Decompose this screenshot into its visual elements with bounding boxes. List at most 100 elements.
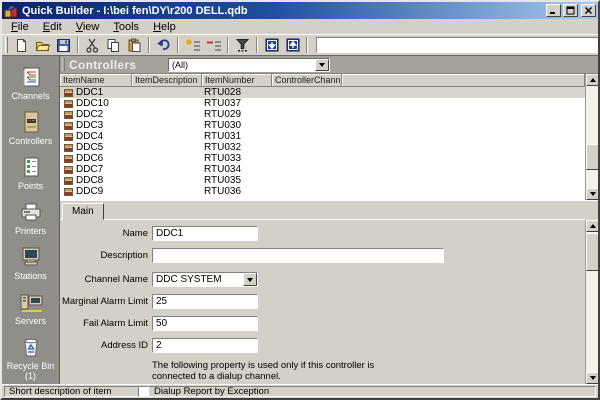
- toolbar-combobox[interactable]: [316, 37, 600, 53]
- cut-button[interactable]: [82, 36, 103, 54]
- fail-alarm-limit-label: Fail Alarm Limit: [60, 316, 148, 331]
- channel-name-label: Channel Name: [60, 272, 148, 287]
- address-id-field[interactable]: [152, 338, 258, 353]
- item-number: RTU031: [202, 131, 272, 142]
- dialup-report-checkbox[interactable]: [138, 386, 149, 397]
- points-icon: [18, 156, 44, 178]
- close-button[interactable]: [581, 4, 596, 17]
- controller-item-icon: [64, 177, 73, 185]
- table-row[interactable]: DDC1 RTU028: [60, 87, 585, 98]
- filter-dropdown-button[interactable]: [315, 59, 329, 71]
- servers-icon: [18, 291, 44, 313]
- table-row[interactable]: DDC4 RTU031: [60, 131, 585, 142]
- item-filter-combobox[interactable]: (All): [168, 58, 330, 72]
- paste-button[interactable]: [124, 36, 145, 54]
- quick-builder-window: Quick Builder - I:\bei fen\DY\r200 DELL.…: [0, 0, 600, 400]
- maximize-button[interactable]: [563, 4, 578, 17]
- arrow-up-icon: [590, 78, 596, 82]
- panel-grip: [62, 58, 65, 71]
- arrow-up-icon: [590, 224, 596, 228]
- sidebar-item-printers[interactable]: Printers: [2, 201, 59, 246]
- table-row[interactable]: DDC3 RTU030: [60, 120, 585, 131]
- main-panel: Controllers (All) ItemName ItemDescripti…: [60, 55, 598, 384]
- panel-header: Controllers (All): [60, 56, 598, 73]
- sidebar-item-stations[interactable]: Stations: [2, 246, 59, 291]
- item-name: DDC5: [76, 142, 103, 153]
- window-title: Quick Builder - I:\bei fen\DY\r200 DELL.…: [20, 5, 544, 17]
- table-scrollbar[interactable]: [585, 74, 598, 200]
- download-button[interactable]: [261, 36, 282, 54]
- column-header-itemnumber[interactable]: ItemNumber: [202, 74, 272, 87]
- arrow-down-icon: [590, 192, 596, 196]
- chevron-down-icon: [247, 278, 253, 282]
- upload-button[interactable]: [282, 36, 303, 54]
- table-row[interactable]: DDC7 RTU034: [60, 164, 585, 175]
- table-row[interactable]: DDC5 RTU032: [60, 142, 585, 153]
- sidebar: Channels Controllers Points: [2, 55, 60, 384]
- column-header-itemname[interactable]: ItemName: [60, 74, 132, 87]
- save-button[interactable]: [53, 36, 74, 54]
- column-header-itemdescription[interactable]: ItemDescription: [132, 74, 202, 87]
- menu-file[interactable]: File: [4, 21, 36, 33]
- form-scrollbar[interactable]: [585, 220, 598, 384]
- sidebar-item-points[interactable]: Points: [2, 156, 59, 201]
- new-button[interactable]: [11, 36, 32, 54]
- sidebar-item-count: (1): [25, 371, 36, 381]
- item-number: RTU035: [202, 175, 272, 186]
- sidebar-item-label: Stations: [14, 271, 47, 281]
- tab-page-edge: [60, 219, 585, 220]
- remove-item-button[interactable]: [203, 36, 224, 54]
- table-row[interactable]: DDC10 RTU037: [60, 98, 585, 109]
- sidebar-item-controllers[interactable]: Controllers: [2, 111, 59, 156]
- toolbar-combo-input[interactable]: [317, 38, 600, 52]
- menu-bar: File Edit View Tools Help: [2, 19, 598, 34]
- name-field[interactable]: [152, 226, 258, 241]
- menu-tools[interactable]: Tools: [106, 21, 146, 33]
- status-text: Short description of item: [4, 386, 596, 397]
- item-name: DDC6: [76, 153, 103, 164]
- sidebar-item-servers[interactable]: Servers: [2, 291, 59, 336]
- scroll-down-button[interactable]: [586, 372, 599, 384]
- sidebar-item-label: Servers: [15, 316, 46, 326]
- controller-item-icon: [64, 144, 73, 152]
- table-row[interactable]: DDC8 RTU035: [60, 175, 585, 186]
- items-table: ItemName ItemDescription ItemNumber Cont…: [60, 73, 598, 200]
- sidebar-item-channels[interactable]: Channels: [2, 66, 59, 111]
- scroll-up-button[interactable]: [586, 220, 599, 232]
- minimize-icon: [549, 6, 558, 15]
- tab-main[interactable]: Main: [62, 203, 104, 220]
- open-button[interactable]: [32, 36, 53, 54]
- channel-name-combobox[interactable]: DDC SYSTEM: [152, 272, 258, 287]
- undo-button[interactable]: [153, 36, 174, 54]
- property-form: Main Name Description Channel Name DDC S…: [60, 203, 598, 384]
- table-body: DDC1 RTU028 DDC10 RTU037 DDC2 R: [60, 87, 585, 200]
- menu-view[interactable]: View: [69, 21, 107, 33]
- controller-item-icon: [64, 166, 73, 174]
- undo-icon: [156, 38, 172, 52]
- channel-dropdown-button[interactable]: [243, 273, 257, 286]
- minimize-button[interactable]: [546, 4, 561, 17]
- item-number: RTU030: [202, 120, 272, 131]
- scrollbar-thumb[interactable]: [586, 144, 599, 170]
- table-row[interactable]: DDC6 RTU033: [60, 153, 585, 164]
- copy-button[interactable]: [103, 36, 124, 54]
- column-header-controllerchannel[interactable]: ControllerChann...: [272, 74, 342, 87]
- scroll-up-button[interactable]: [586, 74, 599, 86]
- fail-alarm-limit-field[interactable]: [152, 316, 258, 331]
- scroll-down-button[interactable]: [586, 188, 599, 200]
- item-number: RTU037: [202, 98, 272, 109]
- description-field[interactable]: [152, 248, 444, 263]
- item-number: RTU036: [202, 186, 272, 197]
- item-number: RTU029: [202, 109, 272, 120]
- dialup-note-line1: The following property is used only if t…: [152, 360, 442, 371]
- sidebar-item-label: Recycle Bin: [7, 361, 55, 371]
- table-row[interactable]: DDC9 RTU036: [60, 186, 585, 197]
- sidebar-item-label: Channels: [11, 91, 49, 101]
- marginal-alarm-limit-field[interactable]: [152, 294, 258, 309]
- menu-edit[interactable]: Edit: [36, 21, 69, 33]
- scrollbar-thumb[interactable]: [586, 233, 599, 271]
- add-item-button[interactable]: [182, 36, 203, 54]
- filter-button[interactable]: [232, 36, 253, 54]
- menu-help[interactable]: Help: [146, 21, 183, 33]
- table-row[interactable]: DDC2 RTU029: [60, 109, 585, 120]
